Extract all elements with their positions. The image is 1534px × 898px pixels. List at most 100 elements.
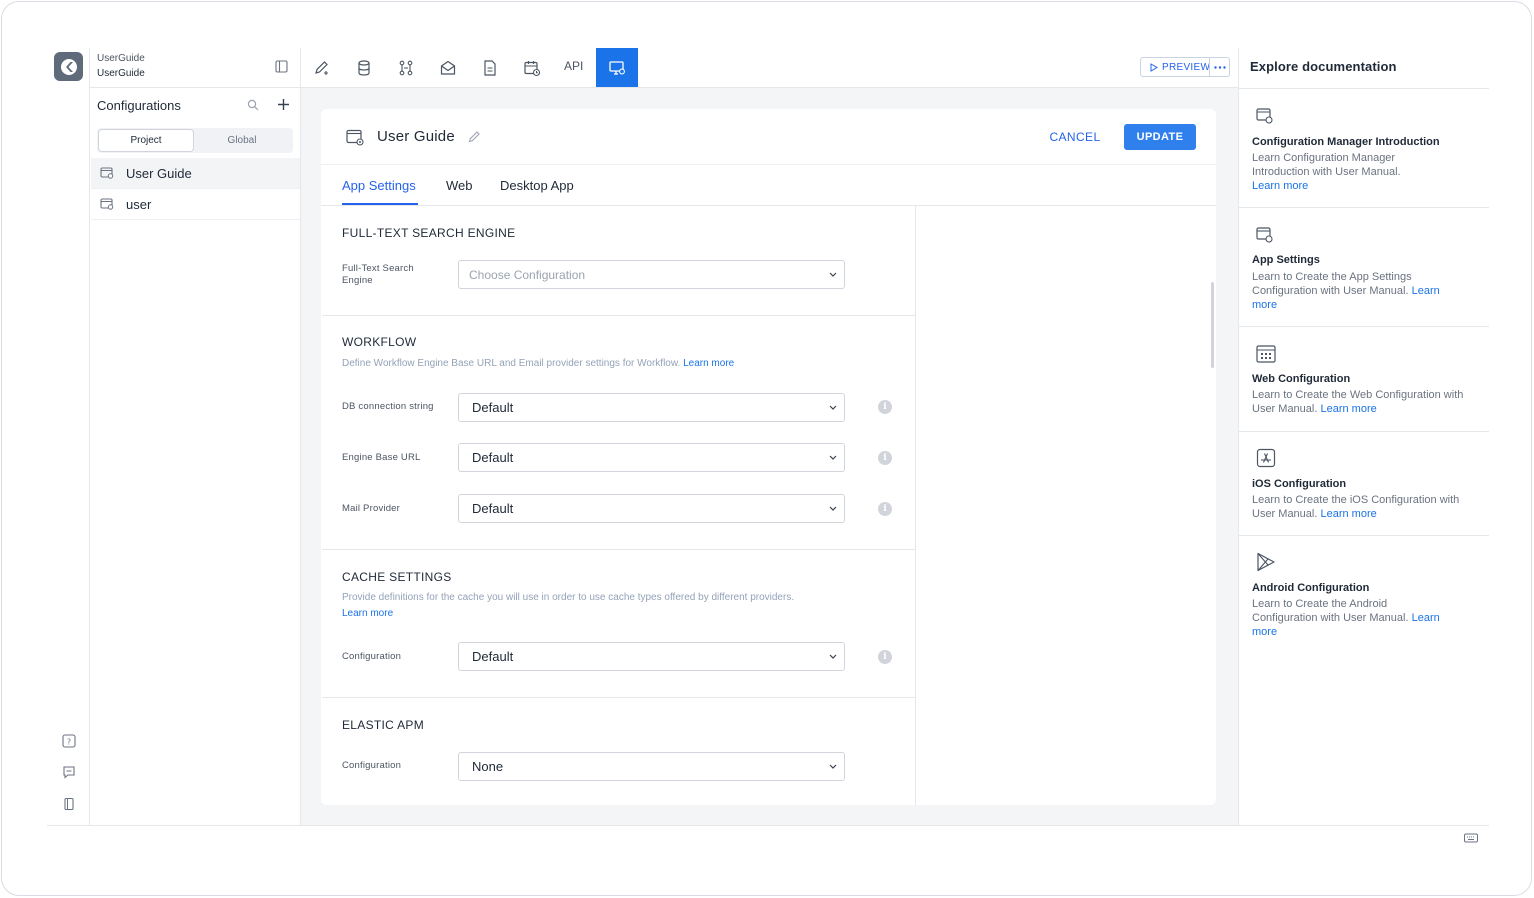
doc-title: Android Configuration — [1252, 582, 1370, 594]
play-icon — [1150, 62, 1158, 72]
apm-configuration-select[interactable]: None — [458, 752, 845, 781]
sidebar-title: Configurations — [97, 98, 181, 113]
editor-title: User Guide — [377, 128, 455, 145]
field-label-apm-configuration: Configuration — [342, 760, 402, 771]
edit-pen-icon[interactable] — [313, 59, 331, 77]
collapse-sidebar-icon[interactable] — [275, 60, 288, 73]
search-icon[interactable] — [247, 99, 259, 111]
field-label-engine-base-url: Engine Base URL — [342, 452, 421, 463]
update-button[interactable]: UPDATE — [1124, 124, 1196, 150]
segment-project[interactable]: Project — [99, 130, 193, 151]
left-rail — [47, 48, 90, 825]
tab-desktop-app[interactable]: Desktop App — [500, 178, 574, 193]
config-window-icon — [346, 129, 364, 146]
preview-button[interactable]: PREVIEW — [1140, 57, 1230, 77]
doc-card-app-settings[interactable]: App Settings Learn to Create the App Set… — [1239, 208, 1489, 327]
section-title-cache: CACHE SETTINGS — [342, 570, 452, 584]
chevron-down-icon — [829, 654, 837, 659]
workflow-nodes-icon[interactable] — [397, 59, 415, 77]
field-label-fulltext: Full-Text Search Engine — [342, 263, 414, 286]
fulltext-engine-select[interactable]: Choose Configuration — [458, 260, 845, 289]
doc-card-ios[interactable]: iOS Configuration Learn to Create the iO… — [1239, 432, 1489, 536]
doc-title: Configuration Manager Introduction — [1252, 136, 1440, 148]
scrollbar-thumb[interactable] — [1211, 282, 1214, 368]
section-desc-cache: Provide definitions for the cache you wi… — [342, 592, 795, 619]
sidebar-item-label: user — [126, 196, 152, 212]
doc-title: iOS Configuration — [1252, 478, 1347, 490]
config-window-icon — [1256, 226, 1274, 244]
chevron-down-icon — [829, 506, 837, 511]
field-label-db-connection: DB connection string — [342, 401, 434, 412]
section-title-apm: ELASTIC APM — [342, 718, 424, 732]
db-connection-select[interactable]: Default — [458, 393, 845, 422]
monitor-settings-icon — [608, 59, 626, 77]
project-name-top: UserGuide — [97, 53, 145, 64]
info-icon[interactable]: i — [878, 400, 892, 414]
chat-icon[interactable] — [62, 765, 76, 779]
section-divider — [322, 697, 915, 698]
learn-more-link[interactable]: Learn more — [1320, 508, 1376, 520]
tab-app-settings[interactable]: App Settings — [342, 178, 416, 193]
docs-heading: Explore documentation — [1250, 59, 1397, 74]
doc-title: Web Configuration — [1252, 373, 1351, 385]
preview-label: PREVIEW — [1162, 61, 1211, 73]
divider — [1209, 58, 1210, 76]
help-icon[interactable]: ? — [62, 734, 76, 748]
app-logo[interactable] — [54, 52, 83, 81]
config-window-icon — [1256, 107, 1274, 125]
select-placeholder: Choose Configuration — [469, 267, 586, 282]
chevron-down-icon — [829, 405, 837, 410]
engine-base-url-select[interactable]: Default — [458, 443, 845, 472]
field-label-mail-provider: Mail Provider — [342, 503, 401, 514]
more-icon[interactable] — [1214, 66, 1226, 69]
app-store-icon — [1256, 448, 1276, 468]
api-tab[interactable]: API — [564, 59, 583, 73]
section-title-fulltext: FULL-TEXT SEARCH ENGINE — [342, 226, 516, 240]
config-manager-tab[interactable] — [596, 48, 638, 87]
scope-toggle: Project Global — [97, 128, 293, 153]
svg-text:?: ? — [67, 738, 71, 747]
learn-more-link[interactable]: Learn more — [683, 358, 734, 369]
field-label-cache-configuration: Configuration — [342, 651, 402, 662]
segment-global[interactable]: Global — [195, 130, 289, 151]
select-value: Default — [472, 501, 514, 516]
doc-desc: Learn to Create the App Settings Configu… — [1252, 271, 1440, 311]
select-value: None — [472, 759, 504, 774]
doc-desc: Learn to Create the Web Configuration wi… — [1252, 389, 1464, 415]
learn-more-link[interactable]: Learn more — [1252, 180, 1308, 192]
section-title-workflow: WORKFLOW — [342, 335, 417, 349]
sidebar-item-user[interactable]: user — [91, 189, 300, 220]
book-icon[interactable] — [62, 797, 76, 811]
info-icon[interactable]: i — [878, 650, 892, 664]
mail-provider-select[interactable]: Default — [458, 494, 845, 523]
learn-more-link[interactable]: Learn more — [342, 608, 393, 619]
tab-web[interactable]: Web — [446, 178, 473, 193]
database-icon[interactable] — [355, 59, 373, 77]
section-divider — [322, 549, 915, 550]
panel-divider — [915, 206, 916, 805]
active-tab-indicator — [342, 203, 418, 205]
doc-card-web[interactable]: Web Configuration Learn to Create the We… — [1239, 327, 1489, 432]
config-window-icon — [100, 167, 114, 179]
select-value: Default — [472, 450, 514, 465]
info-icon[interactable]: i — [878, 502, 892, 516]
doc-card-config-manager[interactable]: Configuration Manager Introduction Learn… — [1239, 89, 1489, 208]
chevron-down-icon — [829, 455, 837, 460]
doc-desc: Learn to Create the Android Configuratio… — [1252, 598, 1440, 638]
footer-divider — [47, 825, 1489, 826]
info-icon[interactable]: i — [878, 451, 892, 465]
cancel-button[interactable]: CANCEL — [1042, 124, 1108, 150]
cache-configuration-select[interactable]: Default — [458, 642, 845, 671]
chevron-down-icon — [829, 272, 837, 277]
calendar-clock-icon[interactable] — [523, 59, 541, 77]
edit-title-icon[interactable] — [468, 130, 481, 143]
doc-card-android[interactable]: Android Configuration Learn to Create th… — [1239, 536, 1489, 656]
keyboard-icon[interactable] — [1464, 833, 1478, 843]
chevron-down-icon — [829, 764, 837, 769]
document-icon[interactable] — [481, 59, 499, 77]
doc-title: App Settings — [1252, 254, 1320, 266]
add-icon[interactable] — [277, 98, 290, 111]
sidebar-item-user-guide[interactable]: User Guide — [91, 158, 300, 189]
learn-more-link[interactable]: Learn more — [1320, 403, 1376, 415]
mail-icon[interactable] — [439, 59, 457, 77]
